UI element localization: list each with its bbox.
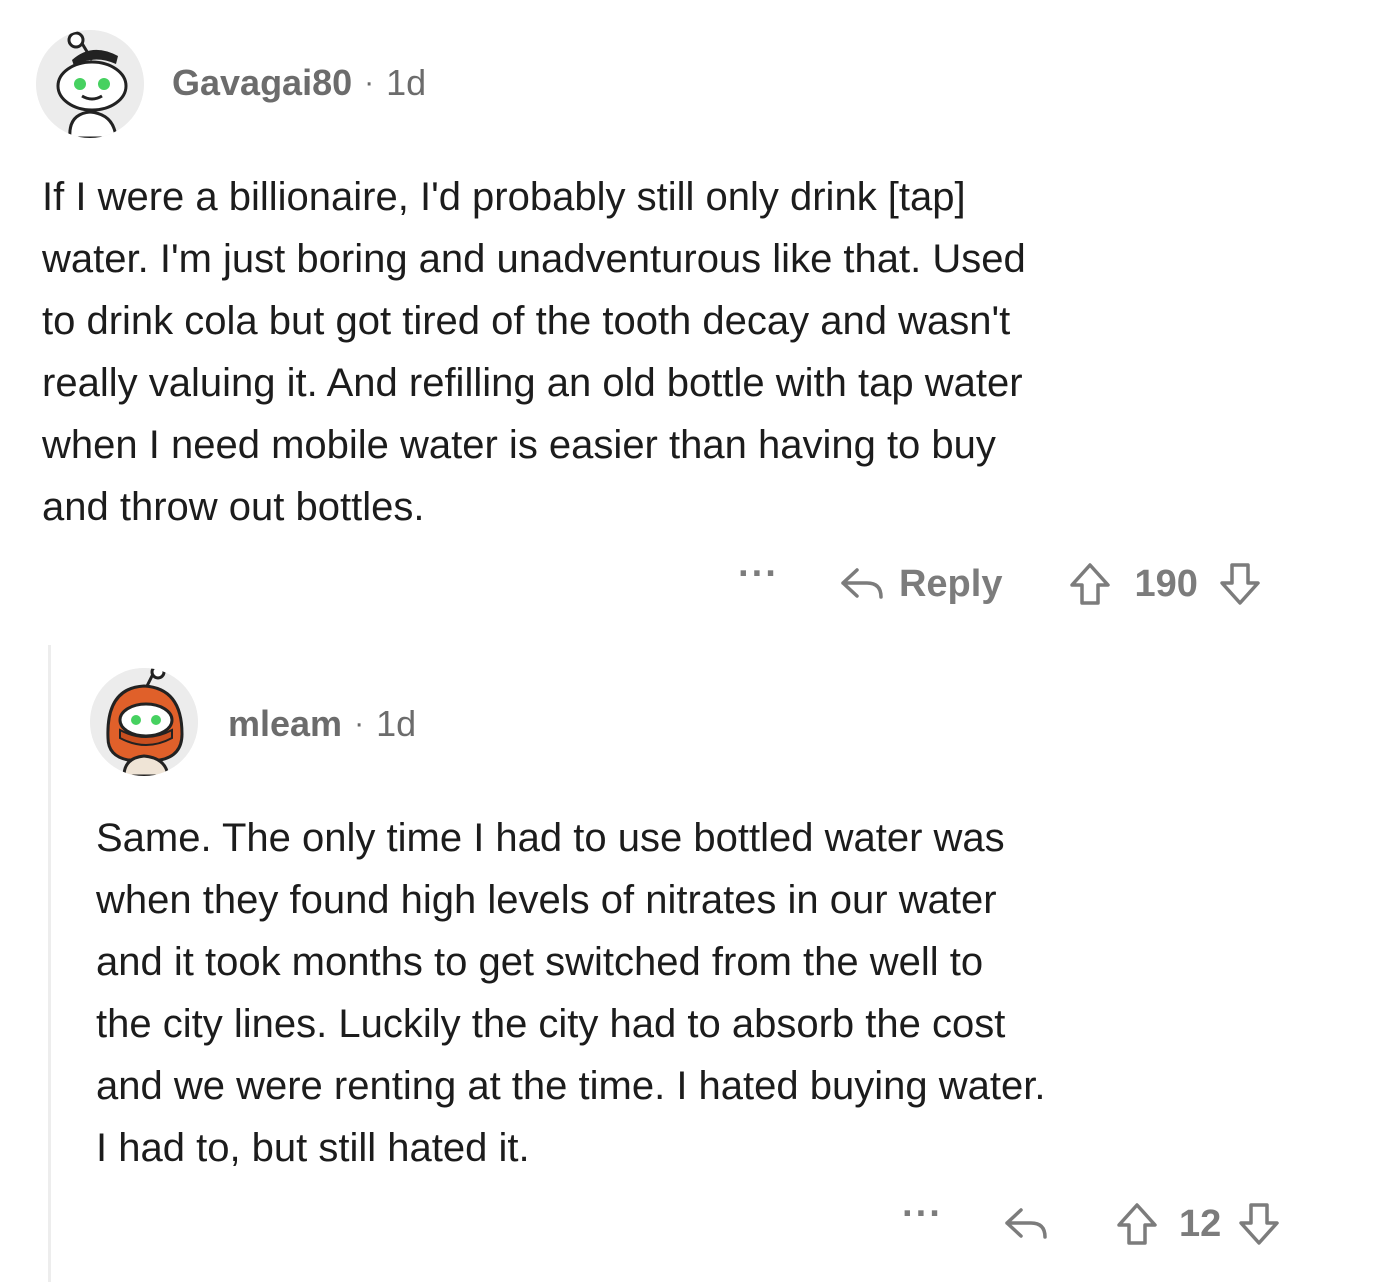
comment-line: to drink cola but got tired of the tooth… [42,299,1011,343]
username[interactable]: Gavagai80 [172,62,352,104]
user-avatar[interactable] [36,30,144,138]
more-options-button[interactable]: ··· [738,555,779,593]
username[interactable]: mleam [228,703,342,745]
vote-count: 12 [1178,1202,1222,1245]
comment-line: and we were renting at the time. I hated… [96,1064,1046,1108]
snoo-avatar-icon [36,30,144,138]
reply-button[interactable]: Reply [837,563,1002,606]
comment-body: Same. The only time I had to use bottled… [96,807,1045,1179]
comment-line: Same. The only time I had to use bottled… [96,816,1005,860]
downvote-arrow-icon [1239,1203,1279,1245]
upvote-button[interactable] [1115,1201,1159,1247]
upvote-arrow-icon [1070,563,1111,605]
comment-line: the city lines. Luckily the city had to … [96,1002,1006,1046]
comment-line: really valuing it. And refilling an old … [42,361,1023,405]
meta-separator: · [364,66,375,99]
comment-body: If I were a billionaire, I'd probably st… [42,166,1026,538]
downvote-button[interactable] [1218,561,1262,607]
vote-count: 190 [1134,562,1198,605]
reply-icon [1005,1208,1047,1239]
comment-line: I had to, but still hated it. [96,1126,530,1170]
downvote-arrow-icon [1220,563,1260,605]
comment-actions: ··· Reply 190 [738,555,1262,612]
downvote-button[interactable] [1237,1201,1281,1247]
comment-meta: Gavagai80 · 1d [172,62,426,104]
snoo-hooded-avatar-icon [90,668,198,776]
upvote-button[interactable] [1068,561,1112,607]
comment-actions: ··· 12 [902,1195,1281,1252]
reply-label: Reply [898,562,1003,605]
user-avatar[interactable] [90,668,198,776]
more-options-button[interactable]: ··· [902,1195,943,1233]
reply-icon [841,568,883,599]
comment-line: and throw out bottles. [42,485,425,529]
comment-line: water. I'm just boring and unadventurous… [42,237,1026,281]
upvote-arrow-icon [1117,1203,1157,1245]
comment-line: If I were a billionaire, I'd probably st… [42,175,966,219]
comment-age: 1d [386,62,427,103]
reply-button[interactable] [1001,1204,1049,1244]
comment-line: when they found high levels of nitrates … [96,878,997,922]
comment-line: and it took months to get switched from … [96,940,984,984]
comment-age: 1d [376,703,417,744]
comment-line: when I need mobile water is easier than … [42,423,996,467]
meta-separator: · [354,707,365,740]
comment-meta: mleam · 1d [228,703,416,745]
thread-line[interactable] [48,645,51,1282]
